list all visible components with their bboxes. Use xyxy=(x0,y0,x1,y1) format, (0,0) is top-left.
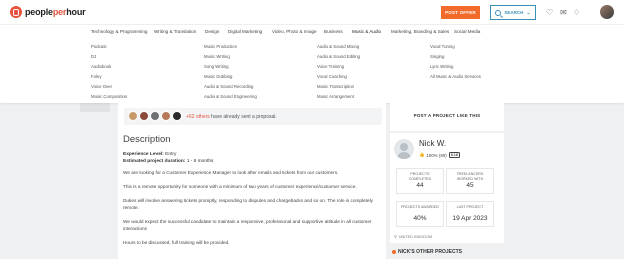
description-paragraph: Duties will involve answering tickets pr… xyxy=(123,198,373,210)
category-design[interactable]: Design xyxy=(205,29,219,34)
mail-icon[interactable]: ✉ xyxy=(560,9,568,17)
description-heading: Description xyxy=(123,134,171,145)
thumbs-up-icon: 👍 xyxy=(419,152,425,157)
client-rating: 👍 100% (89) 9.1K xyxy=(419,152,461,158)
dropdown-item[interactable]: Song Writing xyxy=(204,64,229,69)
client-name[interactable]: Nick W. xyxy=(419,139,446,148)
logo-text-people: people xyxy=(25,7,53,17)
proposer-avatar xyxy=(172,111,182,121)
proposer-avatar xyxy=(139,111,149,121)
duration-label: Estimated project duration: xyxy=(123,159,186,164)
description-paragraph: We would expect the successful candidate… xyxy=(123,219,372,231)
dropdown-item[interactable]: Audio & Sound Mixing xyxy=(317,44,359,49)
stat-label: PROJECTS AWARDED xyxy=(400,205,440,209)
dropdown-item[interactable]: Podcast xyxy=(91,44,107,49)
description-paragraph: We are looking for a Customer Experience… xyxy=(123,170,339,175)
other-projects-heading: NICK'S OTHER PROJECTS xyxy=(392,249,462,255)
location-pin-icon: ⚲ xyxy=(394,235,397,239)
client-avatar xyxy=(394,139,414,159)
dropdown-item[interactable]: All Music & Audio Services xyxy=(430,74,481,79)
bell-icon[interactable]: ♢ xyxy=(573,9,581,17)
dropdown-item[interactable]: Music Arrangement xyxy=(317,94,354,99)
category-video-photo[interactable]: Video, Photo & Image xyxy=(272,29,317,34)
duration-value: 1 - 6 months xyxy=(186,159,214,164)
dropdown-item[interactable]: Audiobook xyxy=(91,64,111,69)
stat-label: FREELANCERS WORKED WITH xyxy=(456,172,484,181)
proposals-bar: +62 others have already sent a proposal. xyxy=(124,108,382,125)
logo[interactable]: peopleperhour xyxy=(10,6,86,18)
location-text: UNITED KINGDOM xyxy=(398,234,433,239)
proposals-text: have already sent a proposal. xyxy=(211,114,277,120)
music-audio-dropdown: Podcast DJ Audiobook Foley Voice Over Mu… xyxy=(0,38,624,103)
logo-text-per: per xyxy=(52,7,67,17)
dropdown-item[interactable]: Music Composition xyxy=(91,94,127,99)
user-avatar[interactable] xyxy=(600,5,614,19)
dropdown-item[interactable]: Music Writing xyxy=(204,54,230,59)
category-writing[interactable]: Writing & Translation xyxy=(154,29,196,34)
category-business[interactable]: Business xyxy=(324,29,343,34)
other-projects-label: NICK'S OTHER PROJECTS xyxy=(398,249,462,255)
project-description-card: +62 others have already sent a proposal.… xyxy=(118,103,386,259)
dropdown-item[interactable]: Audio & Sound Editing xyxy=(317,54,360,59)
heart-icon[interactable]: ♡ xyxy=(546,9,554,17)
stat-projects-awarded: PROJECTS AWARDED 40% xyxy=(396,201,444,227)
bullet-icon xyxy=(392,250,396,254)
chevron-down-icon: ⌄ xyxy=(526,9,531,16)
dropdown-item[interactable]: DJ xyxy=(91,54,96,59)
post-offer-button[interactable]: POST OFFER xyxy=(441,6,480,19)
stat-freelancers-worked-with: FREELANCERS WORKED WITH 45 xyxy=(446,168,494,194)
dropdown-item[interactable]: Voice Training xyxy=(317,64,344,69)
post-project-link[interactable]: POST A PROJECT LIKE THIS xyxy=(390,113,504,118)
category-social-media[interactable]: Social Media xyxy=(454,29,480,34)
category-marketing-branding[interactable]: Marketing, Branding & Sales xyxy=(391,29,449,34)
proposer-avatar xyxy=(150,111,160,121)
dropdown-item[interactable]: Vocal Coaching xyxy=(317,74,347,79)
dropdown-item[interactable]: Audio & Sound Engineering xyxy=(204,94,257,99)
search-label: SEARCH xyxy=(504,10,524,15)
stat-last-project: LAST PROJECT 19 Apr 2023 xyxy=(446,201,494,227)
search-icon xyxy=(495,9,502,16)
dropdown-item[interactable]: Music Transcription xyxy=(317,84,354,89)
client-card: Nick W. 👍 100% (89) 9.1K PROJECTS COMPLE… xyxy=(390,133,504,243)
spend-badge: 9.1K xyxy=(448,152,461,158)
logo-icon xyxy=(10,6,22,18)
proposer-avatar xyxy=(161,111,171,121)
stat-label: LAST PROJECT xyxy=(456,205,484,209)
proposer-avatar xyxy=(128,111,138,121)
description-paragraph: Hours to be discussed, full training wil… xyxy=(123,240,230,245)
dropdown-item[interactable]: Voice Over xyxy=(91,84,112,89)
dropdown-item[interactable]: Audio & Sound Recording xyxy=(204,84,253,89)
category-music-audio[interactable]: Music & Audio xyxy=(352,29,381,34)
dropdown-item[interactable]: Singing xyxy=(430,54,444,59)
client-location: ⚲ UNITED KINGDOM xyxy=(394,234,433,240)
dropdown-item[interactable]: Foley xyxy=(91,74,102,79)
stat-label: PROJECTS COMPLETED xyxy=(408,172,432,181)
stat-projects-completed: PROJECTS COMPLETED 44 xyxy=(396,168,444,194)
site-header: peopleperhour POST OFFER SEARCH ⌄ ♡ ✉ ♢ xyxy=(0,0,624,24)
experience-label: Experience Level: xyxy=(123,152,164,157)
category-nav: Technology & Programming Writing & Trans… xyxy=(0,24,624,38)
description-paragraph: This is a remote opportunity for someone… xyxy=(123,184,357,189)
dropdown-item[interactable]: Music Production xyxy=(204,44,237,49)
stat-value: 19 Apr 2023 xyxy=(452,215,488,222)
stat-value: 45 xyxy=(466,182,474,189)
post-project-panel: POST A PROJECT LIKE THIS xyxy=(390,103,504,131)
proposals-others-link[interactable]: +62 others xyxy=(186,114,210,120)
category-technology[interactable]: Technology & Programming xyxy=(91,29,147,34)
dropdown-item[interactable]: Music Dubbing xyxy=(204,74,232,79)
dropdown-item[interactable]: Vocal Tuning xyxy=(430,44,455,49)
logo-text-hour: hour xyxy=(66,7,86,17)
category-digital-marketing[interactable]: Digital Marketing xyxy=(228,29,262,34)
stat-value: 40% xyxy=(413,215,427,222)
dropdown-item[interactable]: Lyric Writing xyxy=(430,64,453,69)
experience-value: Entry xyxy=(165,152,177,157)
rating-value: 100% (89) xyxy=(426,152,447,158)
search-button[interactable]: SEARCH ⌄ xyxy=(490,5,536,20)
stat-value: 44 xyxy=(416,182,424,189)
